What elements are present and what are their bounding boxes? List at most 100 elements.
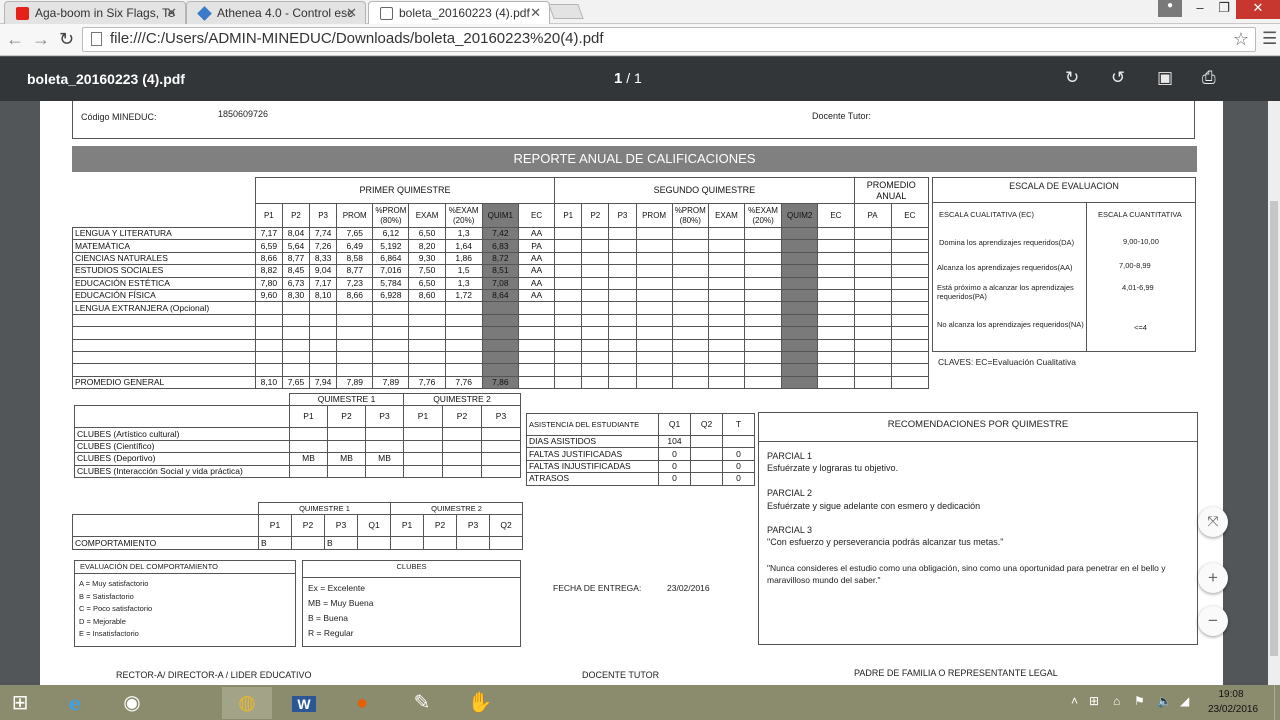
back-icon[interactable]: ← [6, 29, 24, 50]
empty-cell [408, 350, 446, 365]
eval-comp-header-line [74, 573, 296, 574]
empty-cell [408, 338, 446, 352]
grade-cell [817, 288, 855, 303]
chrome-icon[interactable]: ◍ [222, 687, 272, 719]
firma-padre: PADRE DE FAMILIA O REPRESENTANTE LEGAL [854, 668, 1058, 678]
grade-cell: 5,784 [372, 276, 410, 290]
minimize-icon[interactable]: – [1188, 0, 1212, 18]
camera-app-icon[interactable]: ◉ [107, 687, 157, 719]
grade-cell [707, 226, 745, 241]
wifi-icon[interactable]: ◢ [1180, 694, 1189, 708]
anual-col-header: EC [890, 203, 930, 228]
grade-cell [890, 264, 930, 278]
q1-col-header: %EXAM (20%) [444, 203, 483, 228]
escala-col1: ESCALA CUALITATIVA (EC) [939, 210, 1035, 219]
clock[interactable]: 19:08 23/02/2016 [1208, 687, 1258, 717]
grade-cell: 7,17 [309, 276, 338, 290]
address-text: file:///C:/Users/ADMIN-MINEDUC/Downloads… [110, 30, 604, 47]
grade-cell: 6,73 [281, 276, 311, 290]
zoom-out-icon[interactable]: − [1198, 606, 1228, 636]
codigo-label: Código MINEDUC: [81, 112, 157, 122]
empty-cell [853, 363, 892, 377]
rotate-clockwise-icon[interactable]: ↻ [1065, 68, 1079, 88]
empty-cell [372, 326, 410, 340]
empty-cell [281, 350, 311, 365]
clubes-key-item: Ex = Excelente [308, 583, 365, 593]
asistencia-table: ASISTENCIA DEL ESTUDIANTE Q1 Q2 T DIAS ASIS… [526, 413, 755, 486]
tab-athenea[interactable]: Athenea 4.0 - Control esc ✕ [186, 1, 366, 24]
user-icon[interactable]: ● [1158, 0, 1182, 17]
fecha-value: 23/02/2016 [667, 583, 710, 593]
empty-cell [517, 363, 556, 377]
notifications-chevron-icon[interactable]: ˄ [1071, 694, 1078, 708]
rotate-counterclockwise-icon[interactable]: ↺ [1111, 68, 1125, 88]
internet-explorer-icon[interactable]: e [50, 687, 100, 719]
pdf-page: Código MINEDUC: 1850609726 Docente Tutor… [40, 101, 1223, 685]
empty-cell [707, 338, 745, 352]
grade-cell [608, 251, 637, 266]
network-tray-icon[interactable]: ⌂ [1113, 694, 1120, 708]
close-icon[interactable]: ✕ [166, 5, 177, 21]
comp-q2: QUIMESTRE 2 [390, 501, 524, 516]
grade-cell [853, 239, 892, 253]
new-tab-button[interactable] [548, 4, 584, 19]
grade-cell: 9,30 [408, 251, 446, 266]
scrollbar[interactable] [1268, 101, 1280, 685]
tab-pdf[interactable]: boleta_20160223 (4).pdf ✕ [368, 1, 550, 24]
grade-cell: AA [517, 276, 556, 290]
pdf-viewer[interactable]: Código MINEDUC: 1850609726 Docente Tutor… [0, 101, 1268, 685]
menu-icon[interactable]: ☰ [1262, 29, 1277, 49]
empty-cell [581, 363, 610, 377]
q2-col-header: P2 [581, 203, 610, 228]
empty-cell [309, 350, 338, 365]
word-icon[interactable]: W [279, 687, 329, 719]
download-icon[interactable]: ▣ [1157, 68, 1173, 88]
restore-icon[interactable]: ❐ [1212, 0, 1236, 18]
comp-col-header: P3 [324, 514, 358, 538]
grade-cell: 7,23 [336, 276, 374, 290]
grade-cell [853, 288, 892, 303]
grade-cell [853, 264, 892, 278]
close-icon[interactable]: ✕ [530, 5, 541, 21]
close-icon[interactable]: ✕ [346, 5, 357, 21]
eval-item: B = Satisfactorio [79, 591, 134, 601]
grade-cell [707, 288, 745, 303]
show-desktop[interactable] [1274, 685, 1280, 720]
print-icon[interactable]: ⎙ [1202, 68, 1216, 88]
grade-cell: 9,60 [254, 288, 283, 303]
tab-youtube[interactable]: Aga-boom in Six Flags, Te ✕ [4, 1, 186, 24]
grade-cell [781, 239, 819, 253]
start-icon[interactable]: ⊞ [0, 687, 40, 719]
eval-comp-title: EVALUACIÓN DEL COMPORTAMIENTO [80, 562, 218, 571]
grade-cell: 7,94 [309, 375, 338, 390]
scrollbar-thumb[interactable] [1270, 201, 1278, 656]
flag-icon[interactable]: ⚑ [1134, 694, 1145, 708]
firefox-icon[interactable]: ● [337, 687, 387, 719]
asistencia-name: FALTAS JUSTIFICADAS [526, 447, 659, 461]
forward-icon[interactable]: → [32, 29, 50, 50]
parcial-1-text: Esfuérzate y lograras tu objetivo. [767, 463, 899, 473]
asistencia-value [690, 434, 723, 449]
windows-tray-icon[interactable]: ⊞ [1089, 694, 1099, 708]
empty-cell [481, 338, 519, 352]
empty-cell [554, 326, 583, 340]
star-icon[interactable]: ☆ [1233, 29, 1249, 50]
game-icon[interactable]: ✋ [455, 687, 505, 719]
fit-page-icon[interactable]: ⤧ [1198, 507, 1228, 537]
grade-cell: 7,76 [444, 375, 483, 390]
comp-col-header: P1 [258, 514, 292, 538]
asistencia-value [722, 434, 755, 449]
grade-cell: 1,86 [444, 251, 483, 266]
window-close-icon[interactable]: ✕ [1236, 0, 1280, 19]
paint-icon[interactable]: ✎ [397, 687, 447, 719]
empty-cell [444, 338, 483, 352]
club-value [403, 452, 443, 466]
zoom-in-icon[interactable]: + [1198, 563, 1228, 593]
reload-icon[interactable]: ↻ [59, 29, 74, 50]
volume-icon[interactable]: 🔈 [1157, 694, 1172, 708]
grade-cell [608, 288, 637, 303]
address-bar[interactable]: file:///C:/Users/ADMIN-MINEDUC/Downloads… [82, 27, 1256, 52]
grade-cell: 7,17 [254, 226, 283, 241]
empty-cell [635, 350, 673, 365]
q1-col-header: %PROM (80%) [372, 203, 410, 228]
